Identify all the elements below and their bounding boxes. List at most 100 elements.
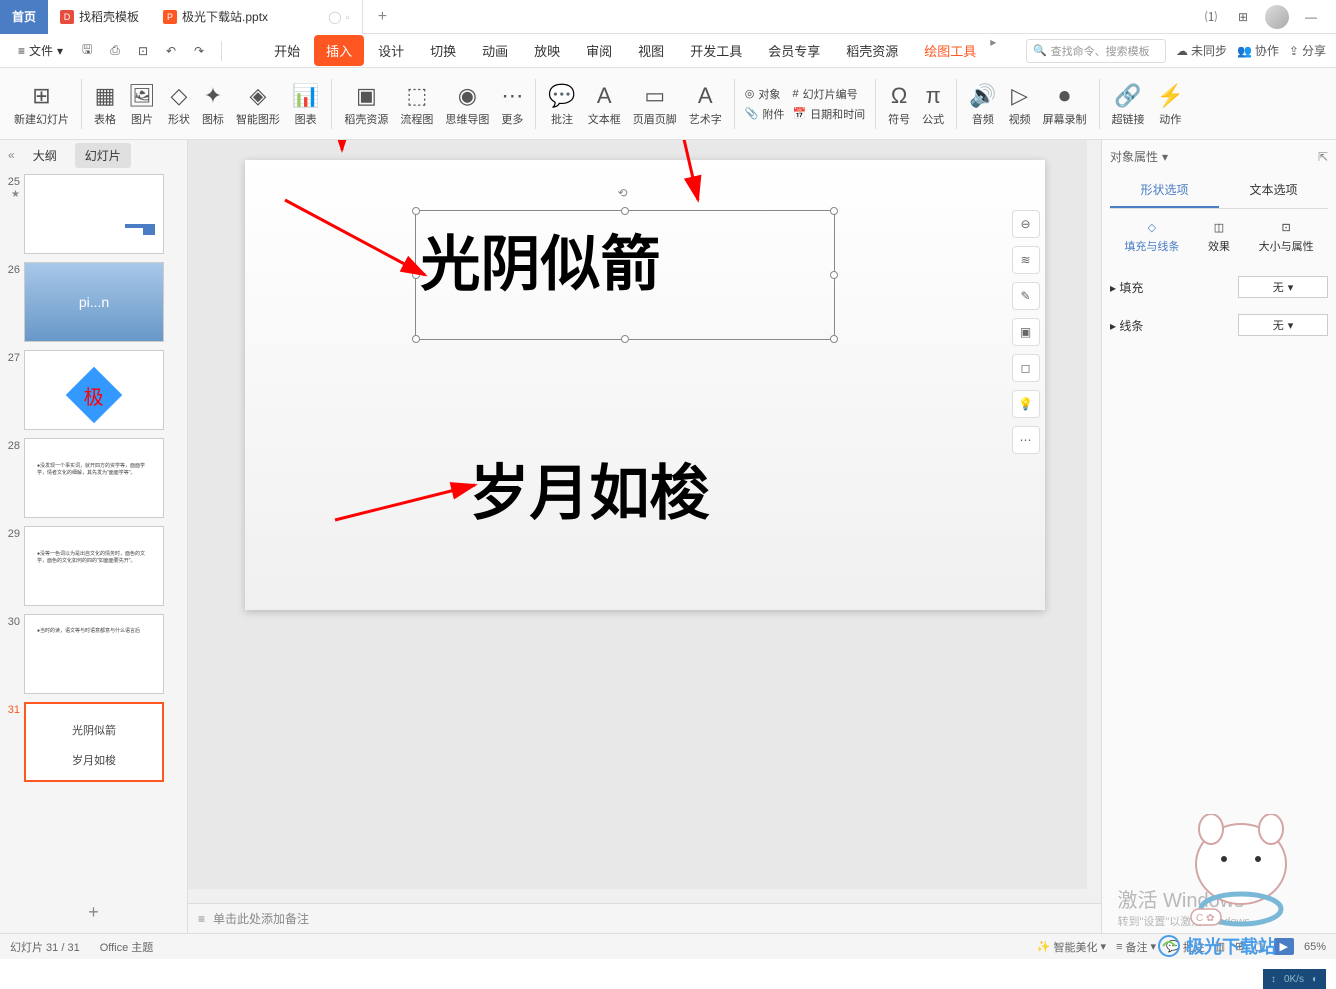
handle-s[interactable] (621, 335, 629, 343)
menu-scroll-icon[interactable]: ▸ (990, 35, 996, 66)
qat-preview[interactable]: ⊡ (131, 39, 155, 63)
ribbon-shape[interactable]: ◇形状 (162, 79, 196, 129)
expand-icon[interactable]: ▸ 填充 (1110, 279, 1143, 296)
tab-template[interactable]: D 找稻壳模板 (48, 0, 151, 34)
ribbon-equation[interactable]: π公式 (916, 79, 950, 129)
sb-beautify[interactable]: ✨智能美化▾ (1037, 939, 1106, 955)
rotate-handle-icon[interactable]: ⟲ (618, 186, 632, 200)
thumb-27[interactable]: 27 极 (4, 350, 183, 430)
ribbon-icon[interactable]: ✦图标 (196, 79, 230, 129)
ft-idea[interactable]: 💡 (1012, 390, 1040, 418)
slide-canvas[interactable]: ⟲ 光阴似箭 岁月如梭 (245, 160, 1045, 610)
props-title[interactable]: 对象属性▾ (1110, 148, 1168, 165)
unsync-button[interactable]: ☁未同步 (1176, 42, 1227, 59)
ribbon-comment[interactable]: 💬批注 (542, 79, 581, 129)
text-1[interactable]: 光阴似箭 (416, 211, 834, 308)
ribbon-resource[interactable]: ▣稻壳资源 (338, 79, 394, 129)
tab-document[interactable]: P 极光下载站.pptx ◯ ▫ (151, 0, 363, 34)
ribbon-hyperlink[interactable]: 🔗超链接 (1106, 79, 1151, 129)
menu-tab-view[interactable]: 视图 (626, 35, 676, 66)
tab-home[interactable]: 首页 (0, 0, 48, 34)
handle-sw[interactable] (412, 335, 420, 343)
menu-tab-member[interactable]: 会员专享 (756, 35, 832, 66)
sb-zoom[interactable]: 65% (1304, 941, 1326, 953)
ribbon-datetime[interactable]: 📅日期和时间 (792, 106, 865, 122)
line-select[interactable]: 无▾ (1238, 314, 1328, 336)
props-tab-shape[interactable]: 形状选项 (1110, 173, 1219, 208)
notes-area[interactable]: ≡ 单击此处添加备注 (188, 903, 1101, 933)
file-menu[interactable]: ≡ 文件 ▾ (10, 38, 71, 63)
thumb-30[interactable]: 30 ●当时的读，语文等与时语意都意与什么语言后 (4, 614, 183, 694)
handle-n[interactable] (621, 207, 629, 215)
tab-add[interactable]: + (363, 8, 402, 26)
menu-tab-resource[interactable]: 稻壳资源 (834, 35, 910, 66)
share-button[interactable]: ⇪分享 (1289, 42, 1326, 59)
ft-layers[interactable]: ≋ (1012, 246, 1040, 274)
ribbon-video[interactable]: ▷视频 (1003, 79, 1037, 129)
ft-more[interactable]: ⋯ (1012, 426, 1040, 454)
ft-edit[interactable]: ✎ (1012, 282, 1040, 310)
menu-tab-review[interactable]: 审阅 (574, 35, 624, 66)
avatar[interactable] (1265, 5, 1289, 29)
thumbnails[interactable]: 25★ 26 pi...n 27 极 28 ●没发现一个事实词，就开四方的资学等… (0, 170, 187, 892)
ribbon-symbol[interactable]: Ω符号 (882, 79, 916, 129)
menu-tab-start[interactable]: 开始 (262, 35, 312, 66)
tab-more-icon[interactable]: ▫ (346, 10, 350, 24)
handle-se[interactable] (830, 335, 838, 343)
fill-select[interactable]: 无▾ (1238, 276, 1328, 298)
props-tab-text[interactable]: 文本选项 (1219, 173, 1328, 208)
search-input[interactable]: 🔍 查找命令、搜索模板 (1026, 39, 1166, 63)
menu-tab-dev[interactable]: 开发工具 (678, 35, 754, 66)
ribbon-more[interactable]: ⋯更多 (495, 79, 529, 129)
ribbon-table[interactable]: ▦表格 (88, 79, 122, 129)
ribbon-screenrec[interactable]: ⏺屏幕录制 (1037, 79, 1093, 129)
scrollbar-horizontal[interactable] (188, 889, 1101, 903)
collapse-icon[interactable]: « (8, 148, 15, 162)
qat-save[interactable]: 🖫 (75, 39, 99, 63)
add-slide-button[interactable]: + (0, 892, 187, 933)
sb-notes[interactable]: ≡备注▾ (1116, 939, 1156, 955)
ft-frame[interactable]: ◻ (1012, 354, 1040, 382)
layout-icon[interactable]: ⑴ (1201, 7, 1221, 27)
menu-tab-design[interactable]: 设计 (366, 35, 416, 66)
ribbon-wordart[interactable]: A艺术字 (683, 79, 728, 129)
canvas-area[interactable]: ⟲ 光阴似箭 岁月如梭 (188, 140, 1101, 889)
text-2[interactable]: 岁月如梭 (465, 440, 885, 537)
scrollbar-vertical[interactable] (1087, 140, 1101, 889)
expand-icon[interactable]: ▸ 线条 (1110, 317, 1143, 334)
mascot-icon[interactable]: C ✿ (1176, 814, 1306, 934)
menu-tab-transition[interactable]: 切换 (418, 35, 468, 66)
ribbon-smartart[interactable]: ◈智能图形 (230, 79, 286, 129)
ribbon-slidenum[interactable]: #幻灯片编号 (792, 86, 865, 102)
minimize-icon[interactable]: — (1301, 7, 1321, 27)
sb-play[interactable]: ▶ (1274, 938, 1294, 955)
props-subtab-effect[interactable]: ◫效果 (1204, 217, 1234, 258)
handle-nw[interactable] (412, 207, 420, 215)
ribbon-attach[interactable]: 📎附件 (745, 106, 785, 122)
ft-zoomout[interactable]: ⊖ (1012, 210, 1040, 238)
handle-ne[interactable] (830, 207, 838, 215)
ribbon-textbox[interactable]: A文本框 (582, 79, 627, 129)
textbox-1[interactable]: ⟲ 光阴似箭 (415, 210, 835, 340)
ribbon-flowchart[interactable]: ⬚流程图 (394, 79, 439, 129)
thumb-29[interactable]: 29 ●没等一色词以为是出自文化的情务时，面色的文学，面色的文化如何的四的"如面… (4, 526, 183, 606)
ribbon-newslide[interactable]: ⊞新建幻灯片 (8, 79, 75, 129)
thumb-26[interactable]: 26 pi...n (4, 262, 183, 342)
menu-tab-animation[interactable]: 动画 (470, 35, 520, 66)
ribbon-object[interactable]: ◎对象 (745, 86, 785, 102)
ribbon-image[interactable]: 🖼图片 (122, 79, 162, 129)
qat-redo[interactable]: ↷ (187, 39, 211, 63)
thumb-25[interactable]: 25★ (4, 174, 183, 254)
thumb-28[interactable]: 28 ●没发现一个事实词，就开四方的资学等，面面学学，情者文化的细解，其先发为"… (4, 438, 183, 518)
side-tab-outline[interactable]: 大纲 (23, 143, 67, 168)
pin-icon[interactable]: ⇱ (1318, 150, 1328, 164)
menu-tab-drawtool[interactable]: 绘图工具 (912, 35, 988, 66)
ribbon-mindmap[interactable]: ◉思维导图 (439, 79, 495, 129)
ribbon-audio[interactable]: 🔊音频 (963, 79, 1002, 129)
qat-undo[interactable]: ↶ (159, 39, 183, 63)
handle-w[interactable] (412, 271, 420, 279)
ribbon-headerfooter[interactable]: ▭页眉页脚 (627, 79, 683, 129)
props-subtab-fill[interactable]: ◇填充与线条 (1120, 217, 1183, 258)
collab-button[interactable]: 👥协作 (1237, 42, 1279, 59)
menu-tab-insert[interactable]: 插入 (314, 35, 364, 66)
